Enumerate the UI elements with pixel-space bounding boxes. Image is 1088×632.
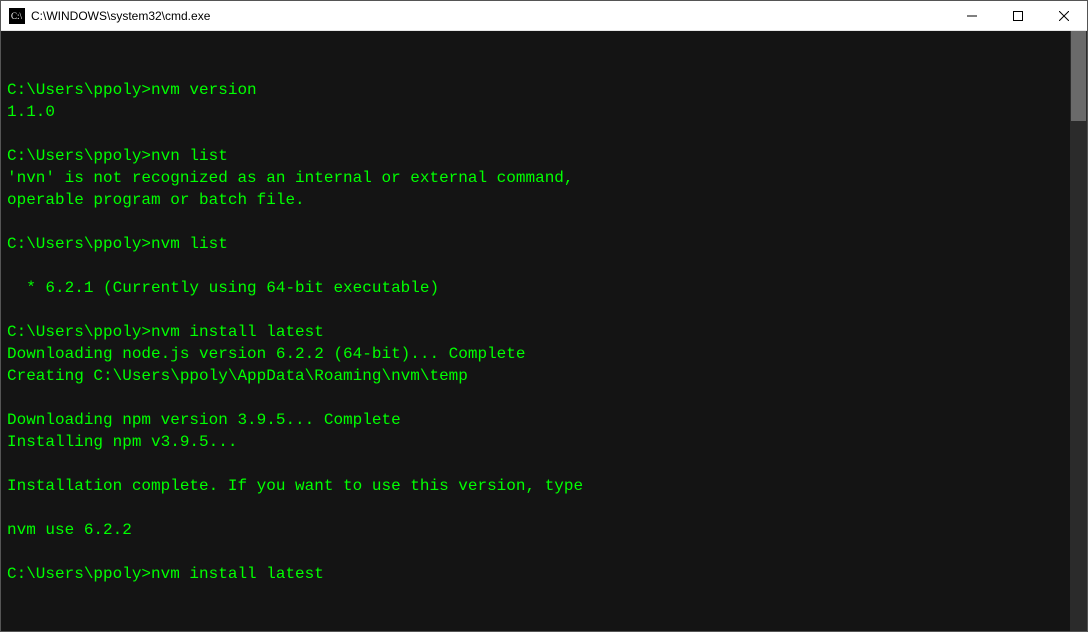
maximize-button[interactable] bbox=[995, 1, 1041, 30]
svg-text:C:\: C:\ bbox=[11, 11, 23, 21]
titlebar[interactable]: C:\ C:\WINDOWS\system32\cmd.exe bbox=[1, 1, 1087, 31]
scrollbar-thumb[interactable] bbox=[1071, 31, 1086, 121]
cmd-window: C:\ C:\WINDOWS\system32\cmd.exe C:\Users… bbox=[0, 0, 1088, 632]
scrollbar[interactable] bbox=[1070, 31, 1087, 631]
cmd-icon: C:\ bbox=[9, 8, 25, 24]
close-button[interactable] bbox=[1041, 1, 1087, 30]
terminal-output: C:\Users\ppoly>nvm version 1.1.0 C:\User… bbox=[1, 31, 1087, 631]
terminal-body[interactable]: C:\Users\ppoly>nvm version 1.1.0 C:\User… bbox=[1, 31, 1087, 631]
window-title: C:\WINDOWS\system32\cmd.exe bbox=[31, 9, 949, 23]
minimize-button[interactable] bbox=[949, 1, 995, 30]
